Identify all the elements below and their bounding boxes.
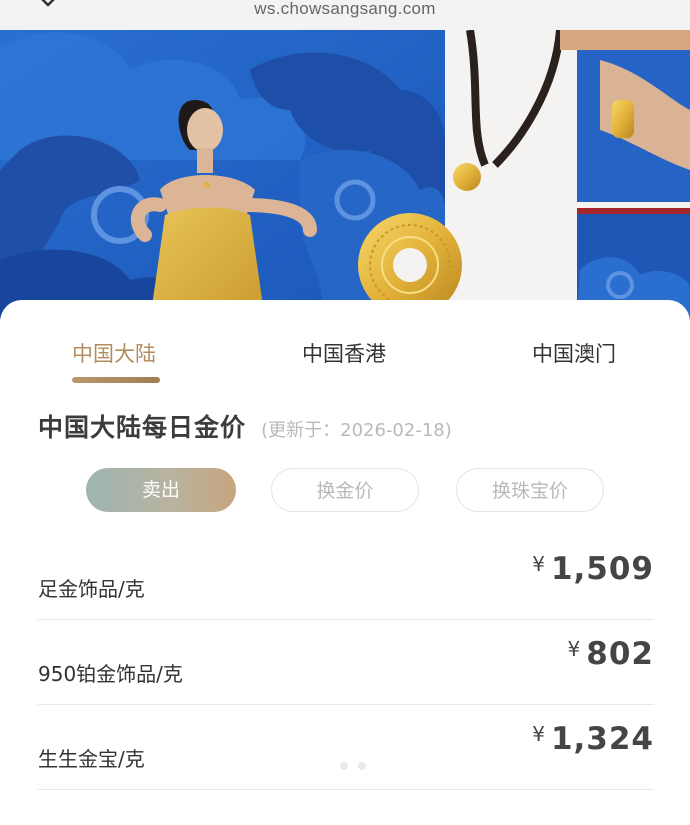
tab-hongkong[interactable]: 中国香港 — [302, 338, 386, 368]
price-value: ¥1,324 — [532, 721, 654, 757]
browser-address-bar: ws.chowsangsang.com — [0, 0, 690, 31]
currency-symbol: ¥ — [532, 722, 545, 746]
exchange-jewelry-price-button[interactable]: 换珠宝价 — [456, 468, 604, 512]
banner-image — [0, 30, 690, 320]
exchange-gold-price-button[interactable]: 换金价 — [271, 468, 419, 512]
price-row-gold-bar: 生生金宝/克 ¥1,324 — [38, 705, 654, 790]
price-label: 生生金宝/克 — [38, 747, 145, 771]
price-row-platinum: 950铂金饰品/克 ¥802 — [38, 620, 654, 705]
price-value: ¥802 — [568, 636, 654, 672]
price-amount: 802 — [586, 636, 654, 672]
currency-symbol: ¥ — [532, 552, 545, 576]
page-title: 中国大陆每日金价 — [38, 413, 247, 442]
price-amount: 1,324 — [550, 721, 654, 757]
sell-price-button[interactable]: 卖出 — [86, 468, 236, 512]
currency-symbol: ¥ — [567, 637, 581, 661]
gold-price-card: 中国大陆 中国香港 中国澳门 中国大陆每日金价 (更新于：2026-02-18)… — [0, 300, 690, 825]
region-tabs: 中国大陆 中国香港 中国澳门 — [0, 300, 690, 390]
tab-macau[interactable]: 中国澳门 — [532, 338, 616, 368]
tab-mainland[interactable]: 中国大陆 — [72, 338, 156, 368]
price-label: 足金饰品/克 — [38, 577, 145, 601]
page-indicator-dots — [340, 755, 376, 774]
heading-row: 中国大陆每日金价 (更新于：2026-02-18) — [38, 408, 452, 444]
price-row-gold: 足金饰品/克 ¥1,509 — [38, 535, 654, 620]
price-label: 950铂金饰品/克 — [38, 662, 183, 686]
url-text[interactable]: ws.chowsangsang.com — [0, 0, 690, 19]
update-date: (更新于：2026-02-18) — [261, 420, 452, 441]
active-tab-indicator — [72, 377, 160, 383]
price-value: ¥1,509 — [532, 551, 654, 587]
price-amount: 1,509 — [550, 551, 654, 587]
promo-banner[interactable] — [0, 30, 690, 320]
